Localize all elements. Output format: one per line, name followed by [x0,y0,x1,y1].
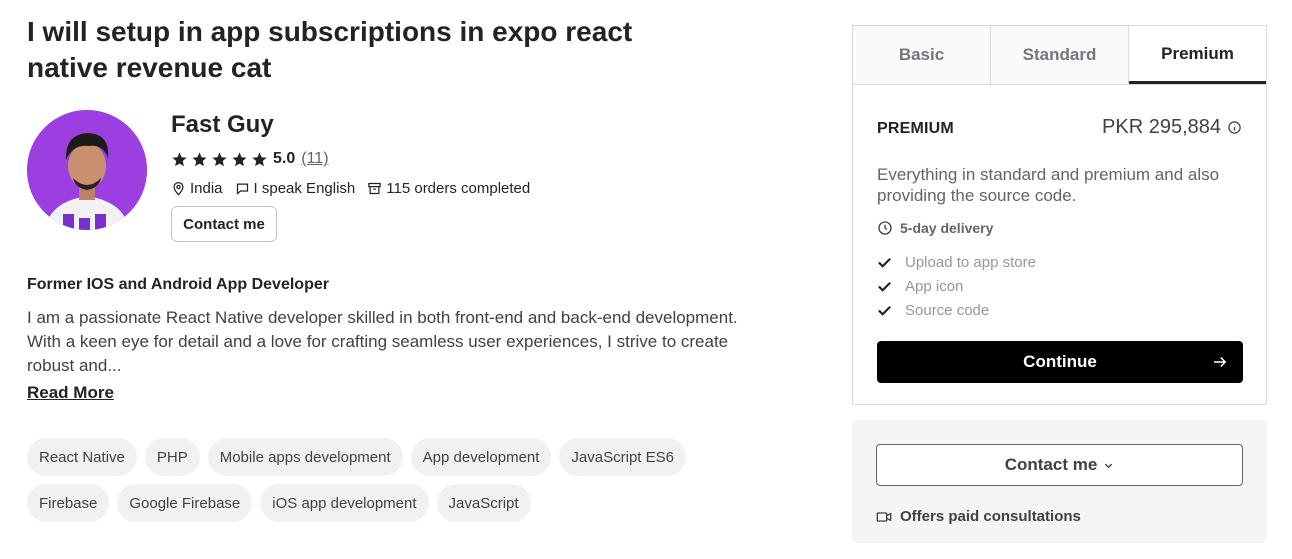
skill-tag[interactable]: JavaScript [436,484,531,522]
star-icon [192,151,207,166]
feature-item: Upload to app store [877,250,1036,274]
star-icon [252,151,267,166]
package-icon [368,182,382,194]
delivery-time: 5-day delivery [877,220,993,236]
skill-tag[interactable]: iOS app development [260,484,429,522]
delivery-text: 5-day delivery [900,220,994,236]
language-info: I speak English [235,179,356,197]
speech-bubble-icon [236,183,248,195]
skill-tag[interactable]: Firebase [27,484,110,522]
read-more-link[interactable]: Read More [27,383,114,403]
checkmark-icon [878,257,891,268]
skill-tag[interactable]: PHP [144,438,200,476]
info-icon[interactable] [1227,120,1242,135]
location-text: India [190,179,223,197]
gig-title: I will setup in app subscriptions in exp… [27,16,633,83]
chevron-down-icon [1105,463,1113,468]
tab-premium[interactable]: Premium [1129,26,1266,84]
arrow-right-icon [1214,356,1227,368]
orders-text: 115 orders completed [386,179,531,197]
skill-tag[interactable]: Mobile apps development [207,438,403,476]
package-price-value: PKR 295,884 [1102,116,1221,138]
feature-list: Upload to app store App icon Source code [877,250,1036,322]
language-text: I speak English [253,179,356,197]
contact-me-button[interactable]: Contact me [171,206,277,242]
contact-me-dropdown-button[interactable]: Contact me [876,444,1243,486]
orders-info: 115 orders completed [367,180,530,197]
paid-consultations: Offers paid consultations [876,508,1081,525]
continue-button[interactable]: Continue [877,341,1243,383]
about-description: I am a passionate React Native developer… [27,308,738,375]
star-icon [212,151,227,166]
seller-meta: India I speak English 115 orders complet… [171,178,542,198]
location-pin-icon [173,181,184,196]
skill-tag[interactable]: React Native [27,438,137,476]
consultation-text: Offers paid consultations [900,508,1081,525]
package-card: Basic Standard Premium PREMIUM PKR 295,8… [852,25,1267,405]
rating-count-link[interactable]: (11) [301,150,328,168]
continue-label: Continue [1023,352,1097,371]
feature-label: Source code [905,301,990,319]
checkmark-icon [878,305,891,316]
feature-item: Source code [877,298,1036,322]
skill-tag[interactable]: App development [410,438,552,476]
feature-label: App icon [905,277,964,295]
package-tabs: Basic Standard Premium [853,26,1266,85]
seller-name[interactable]: Fast Guy [171,111,274,139]
star-icon [232,151,247,166]
tab-standard[interactable]: Standard [991,26,1129,84]
tab-basic[interactable]: Basic [853,26,991,84]
video-camera-icon [876,511,892,522]
rating-value: 5.0 [273,150,296,167]
contact-card: Contact me Offers paid consultations [852,420,1267,543]
package-price: PKR 295,884 [1102,116,1242,139]
clock-icon [878,221,892,235]
package-name: PREMIUM [877,120,954,137]
contact-me-label: Contact me [1004,455,1098,474]
seller-rating: 5.0 (11) [171,148,329,170]
location-info: India [171,180,223,197]
skill-tag[interactable]: Google Firebase [117,484,253,522]
package-description: Everything in standard and premium and a… [877,165,1220,205]
feature-label: Upload to app store [905,253,1036,271]
seller-avatar[interactable] [27,110,147,230]
skill-tag[interactable]: JavaScript ES6 [559,438,686,476]
checkmark-icon [878,281,891,292]
skills-list: React Native PHP Mobile apps development… [27,438,727,522]
star-icon [172,151,187,166]
about-headline: Former IOS and Android App Developer [27,276,329,293]
feature-item: App icon [877,274,1036,298]
